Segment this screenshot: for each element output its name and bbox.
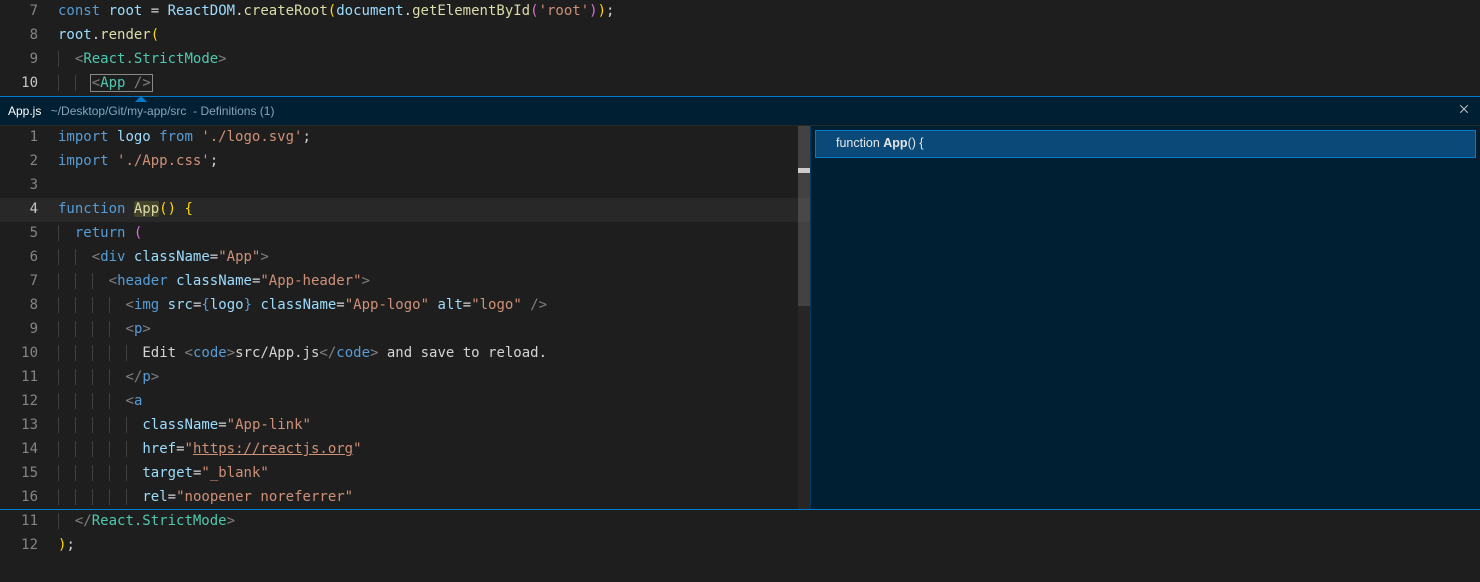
code-line[interactable]: 8root.render( <box>0 24 1480 48</box>
code-content: </p> <box>58 366 159 390</box>
line-number: 8 <box>0 24 58 48</box>
code-content: href="https://reactjs.org" <box>58 438 362 462</box>
code-content: <App /> <box>58 72 151 96</box>
code-line[interactable]: 10 <App /> <box>0 72 1480 96</box>
code-content: return ( <box>58 222 142 246</box>
line-number: 6 <box>0 246 58 270</box>
line-number: 11 <box>0 510 58 534</box>
line-number: 5 <box>0 222 58 246</box>
code-content: import './App.css'; <box>58 150 218 174</box>
code-line[interactable]: 5 return ( <box>0 222 810 246</box>
peek-filename: App.js <box>8 104 41 118</box>
code-line[interactable]: 13 className="App-link" <box>0 414 810 438</box>
code-line[interactable]: 16 rel="noopener noreferrer" <box>0 486 810 510</box>
code-line[interactable]: 7const root = ReactDOM.createRoot(docume… <box>0 0 1480 24</box>
code-line[interactable]: 14 href="https://reactjs.org" <box>0 438 810 462</box>
line-number: 11 <box>0 366 58 390</box>
line-number: 9 <box>0 318 58 342</box>
code-content: <p> <box>58 318 151 342</box>
code-line[interactable]: 7 <header className="App-header"> <box>0 270 810 294</box>
code-line[interactable]: 2import './App.css'; <box>0 150 810 174</box>
line-number: 8 <box>0 294 58 318</box>
close-icon[interactable] <box>1456 103 1472 119</box>
code-content: <div className="App"> <box>58 246 269 270</box>
line-number: 10 <box>0 342 58 366</box>
code-line[interactable]: 8 <img src={logo} className="App-logo" a… <box>0 294 810 318</box>
code-line[interactable]: 10 Edit <code>src/App.js</code> and save… <box>0 342 810 366</box>
code-content: Edit <code>src/App.js</code> and save to… <box>58 342 547 366</box>
main-editor-bottom[interactable]: 11 </React.StrictMode>12); <box>0 510 1480 558</box>
line-number: 7 <box>0 0 58 24</box>
line-number: 4 <box>0 198 58 222</box>
code-line[interactable]: 9 <React.StrictMode> <box>0 48 1480 72</box>
code-content: ); <box>58 534 75 558</box>
code-line[interactable]: 12 <a <box>0 390 810 414</box>
line-number: 12 <box>0 390 58 414</box>
peek-scrollbar[interactable] <box>798 126 810 509</box>
peek-editor-pane[interactable]: 1import logo from './logo.svg';2import '… <box>0 126 810 509</box>
code-content: rel="noopener noreferrer" <box>58 486 353 510</box>
code-content: <a <box>58 390 142 414</box>
line-number: 10 <box>0 72 58 96</box>
main-editor-top[interactable]: 7const root = ReactDOM.createRoot(docume… <box>0 0 1480 96</box>
reference-item[interactable]: function App() { <box>815 130 1476 157</box>
code-content: import logo from './logo.svg'; <box>58 126 311 150</box>
peek-view: App.js ~/Desktop/Git/my-app/src - Defini… <box>0 96 1480 510</box>
line-number: 12 <box>0 534 58 558</box>
code-content: </React.StrictMode> <box>58 510 235 534</box>
code-line[interactable]: 1import logo from './logo.svg'; <box>0 126 810 150</box>
line-number: 16 <box>0 486 58 510</box>
code-line[interactable]: 12); <box>0 534 1480 558</box>
peek-filepath: ~/Desktop/Git/my-app/src <box>51 104 187 118</box>
code-content: className="App-link" <box>58 414 311 438</box>
code-line[interactable]: 11 </p> <box>0 366 810 390</box>
code-content: <header className="App-header"> <box>58 270 370 294</box>
line-number: 3 <box>0 174 58 198</box>
code-content: <React.StrictMode> <box>58 48 227 72</box>
code-line[interactable]: 3 <box>0 174 810 198</box>
code-line[interactable]: 11 </React.StrictMode> <box>0 510 1480 534</box>
code-content: <img src={logo} className="App-logo" alt… <box>58 294 547 318</box>
code-content: target="_blank" <box>58 462 269 486</box>
line-number: 1 <box>0 126 58 150</box>
code-line[interactable]: 15 target="_blank" <box>0 462 810 486</box>
line-number: 2 <box>0 150 58 174</box>
code-content: function App() { <box>58 198 193 222</box>
line-number: 7 <box>0 270 58 294</box>
line-number: 15 <box>0 462 58 486</box>
peek-references-tree[interactable]: function App() { <box>810 126 1480 509</box>
line-number: 13 <box>0 414 58 438</box>
peek-titlebar: App.js ~/Desktop/Git/my-app/src - Defini… <box>0 97 1480 125</box>
code-content: const root = ReactDOM.createRoot(documen… <box>58 0 614 24</box>
line-number: 14 <box>0 438 58 462</box>
code-line[interactable]: 9 <p> <box>0 318 810 342</box>
line-number: 9 <box>0 48 58 72</box>
code-content: root.render( <box>58 24 159 48</box>
code-line[interactable]: 4function App() { <box>0 198 810 222</box>
code-line[interactable]: 6 <div className="App"> <box>0 246 810 270</box>
